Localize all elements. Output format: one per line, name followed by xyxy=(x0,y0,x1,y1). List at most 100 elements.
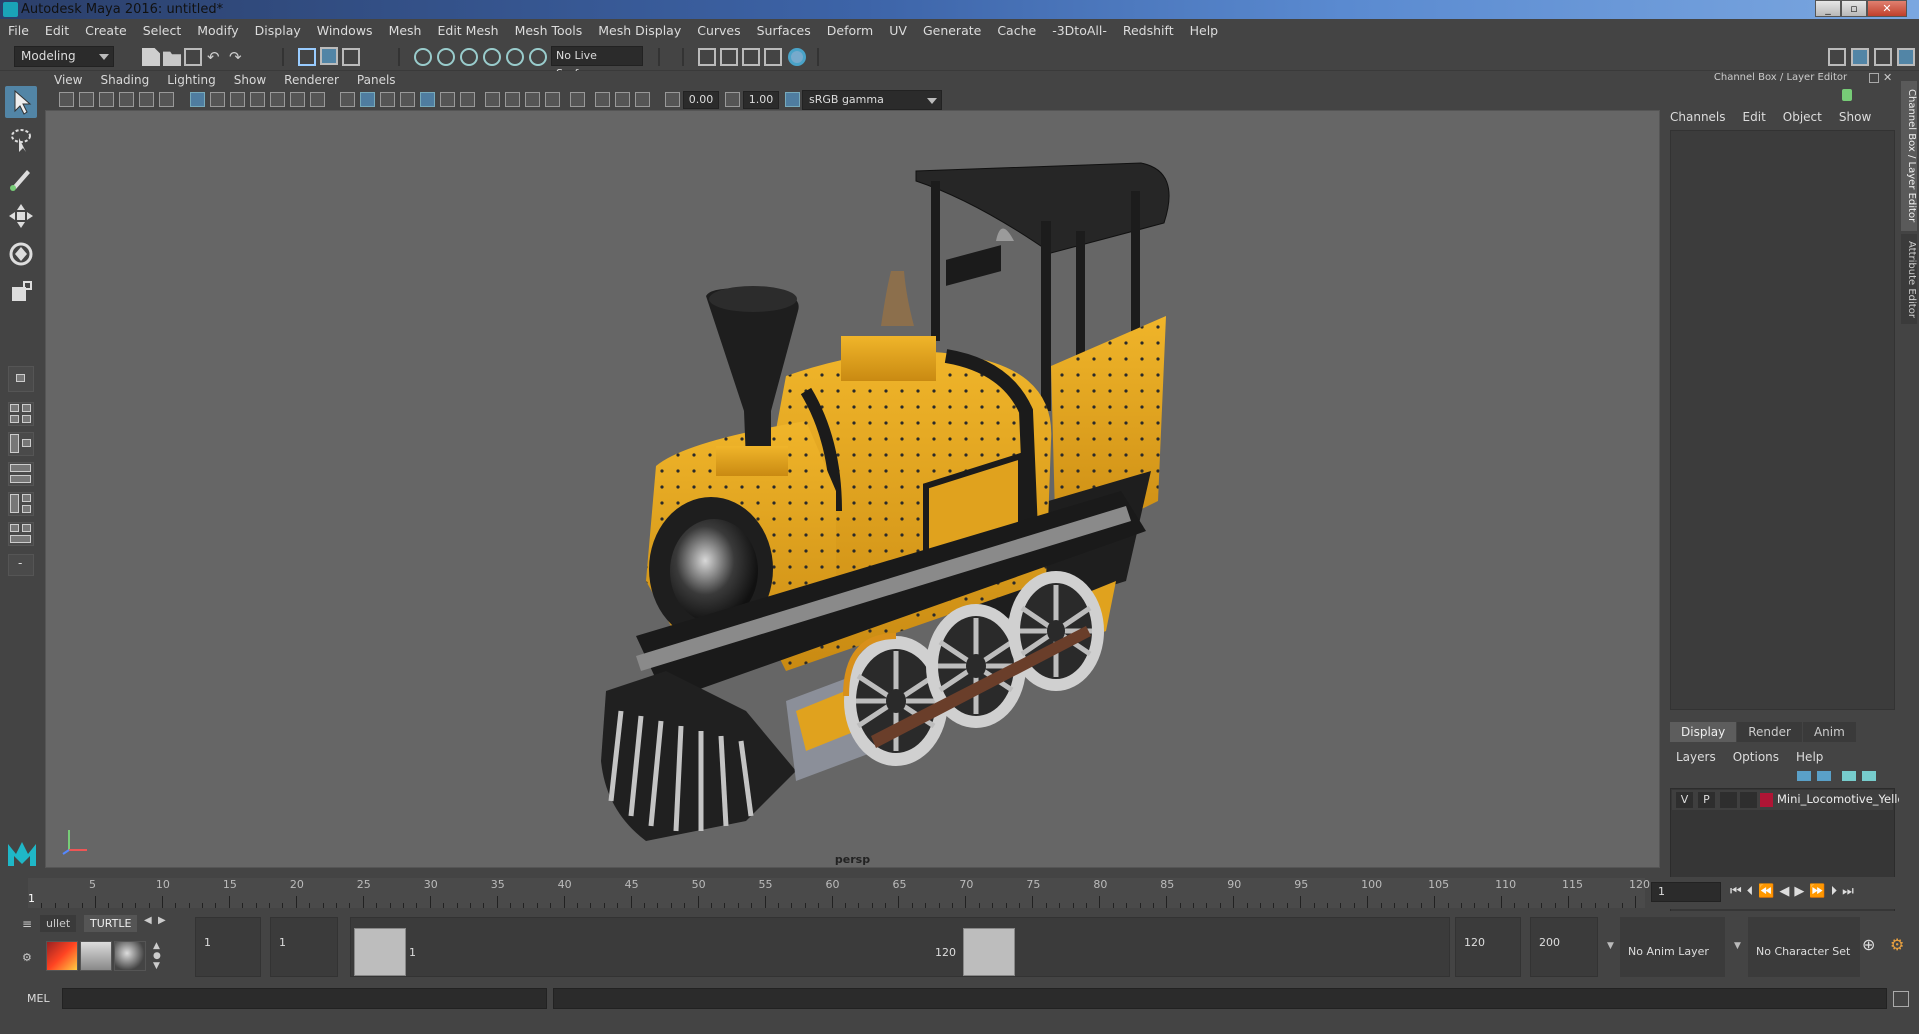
float-panel-icon[interactable] xyxy=(1869,73,1879,83)
workspace-icon[interactable] xyxy=(1828,48,1846,66)
range-slider[interactable]: 1 120 xyxy=(350,917,1450,977)
viewport-menu-view[interactable]: View xyxy=(45,71,91,90)
menu-windows[interactable]: Windows xyxy=(309,19,381,43)
color-management-icon[interactable] xyxy=(785,92,800,107)
xray-icon[interactable] xyxy=(595,92,610,107)
time-ruler[interactable]: 5 10 15 20 25 30 35 40 45 50 55 60 65 70 75 80 85 90 95 100… xyxy=(28,878,1650,908)
range-start-handle[interactable] xyxy=(354,928,406,976)
new-layer-icon[interactable] xyxy=(1842,771,1856,781)
grease-pencil-icon[interactable] xyxy=(159,92,174,107)
current-frame-marker[interactable]: 1 xyxy=(28,892,35,905)
menu-redshift[interactable]: Redshift xyxy=(1115,19,1182,43)
script-language-label[interactable]: MEL xyxy=(27,992,50,1005)
single-view-layout-icon[interactable] xyxy=(8,366,34,392)
layer-editor-toggle-icon[interactable] xyxy=(1897,48,1915,66)
resolution-gate-icon[interactable] xyxy=(230,92,245,107)
snap-curve-icon[interactable] xyxy=(437,48,455,66)
turtle-bake-icon[interactable] xyxy=(80,941,112,971)
menu-select[interactable]: Select xyxy=(135,19,190,43)
backface-culling-icon[interactable] xyxy=(635,92,650,107)
shelf-scroll-right-icon[interactable]: ▶ xyxy=(158,915,166,926)
go-to-start-icon[interactable]: ⏮ xyxy=(1730,884,1747,899)
bookmark-icon[interactable] xyxy=(99,92,114,107)
render-settings-icon[interactable] xyxy=(698,48,716,66)
mode-selector[interactable]: Modeling xyxy=(14,46,114,67)
menu-display[interactable]: Display xyxy=(247,19,309,43)
render-view-icon[interactable] xyxy=(764,48,782,66)
motion-blur-icon[interactable] xyxy=(505,92,520,107)
safe-action-icon[interactable] xyxy=(290,92,305,107)
playback-end-field[interactable]: 120 xyxy=(1455,917,1521,977)
menu-curves[interactable]: Curves xyxy=(689,19,748,43)
depth-of-field-icon[interactable] xyxy=(545,92,560,107)
outliner-layout-icon[interactable] xyxy=(8,462,34,486)
move-tool-icon[interactable] xyxy=(5,200,37,232)
four-view-layout-icon[interactable] xyxy=(8,402,34,426)
move-layer-down-icon[interactable] xyxy=(1817,771,1831,781)
live-surface-field[interactable]: No Live Surface xyxy=(551,46,643,80)
anim-layer-selector[interactable]: No Anim Layer xyxy=(1620,917,1725,977)
side-tab-attribute-editor[interactable]: Attribute Editor xyxy=(1901,234,1917,324)
channel-box-menu-show[interactable]: Show xyxy=(1839,110,1871,124)
textured-icon[interactable] xyxy=(420,92,435,107)
menu-cache[interactable]: Cache xyxy=(989,19,1044,43)
wireframe-icon[interactable] xyxy=(340,92,355,107)
step-back-key-icon[interactable]: ⏪ xyxy=(1758,884,1779,899)
shadows-icon[interactable] xyxy=(460,92,475,107)
scale-tool-icon[interactable] xyxy=(5,276,37,308)
layer-row[interactable]: V P Mini_Locomotive_Yellow xyxy=(1672,790,1914,810)
move-layer-up-icon[interactable] xyxy=(1797,771,1811,781)
open-scene-icon[interactable] xyxy=(163,51,181,66)
minimize-button[interactable]: _ xyxy=(1815,0,1841,17)
step-forward-icon[interactable]: ⏵ xyxy=(1831,884,1843,899)
snap-point-icon[interactable] xyxy=(460,48,478,66)
shelf-scroll-left-icon[interactable]: ◀ xyxy=(144,915,152,926)
step-forward-key-icon[interactable]: ⏩ xyxy=(1809,884,1830,899)
menu-create[interactable]: Create xyxy=(77,19,135,43)
isolate-select-icon[interactable] xyxy=(570,92,585,107)
channel-box-toggle-icon[interactable] xyxy=(1851,48,1869,66)
select-component-icon[interactable] xyxy=(342,48,360,66)
anti-aliasing-icon[interactable] xyxy=(525,92,540,107)
shelf-settings-icon[interactable]: ⚙ xyxy=(22,951,34,964)
chevron-down-icon[interactable]: ▼ xyxy=(1607,941,1614,951)
playback-start-field[interactable]: 1 xyxy=(270,917,338,977)
rotate-tool-icon[interactable] xyxy=(5,238,37,270)
camera-icon[interactable] xyxy=(59,92,74,107)
viewport-menu-show[interactable]: Show xyxy=(225,71,275,90)
side-by-side-layout-icon[interactable] xyxy=(8,432,34,456)
channel-box-menu-edit[interactable]: Edit xyxy=(1743,110,1766,124)
select-tool-icon[interactable] xyxy=(5,86,37,118)
render-frame-icon[interactable] xyxy=(720,48,738,66)
new-scene-icon[interactable] xyxy=(142,48,160,66)
menu-modify[interactable]: Modify xyxy=(189,19,246,43)
film-gate-icon[interactable] xyxy=(210,92,225,107)
character-set-selector[interactable]: No Character Set xyxy=(1748,917,1860,977)
tab-render[interactable]: Render xyxy=(1737,722,1802,742)
snap-grid-icon[interactable] xyxy=(414,48,432,66)
menu-edit[interactable]: Edit xyxy=(37,19,77,43)
shelf-tab-turtle[interactable]: TURTLE xyxy=(84,915,138,932)
xray-joints-icon[interactable] xyxy=(615,92,630,107)
tab-anim[interactable]: Anim xyxy=(1802,722,1856,742)
gamma-icon[interactable] xyxy=(725,92,740,107)
viewport-menu-panels[interactable]: Panels xyxy=(348,71,405,90)
graph-layout-icon[interactable] xyxy=(8,492,34,516)
snap-view-plane-icon[interactable] xyxy=(506,48,524,66)
menu-generate[interactable]: Generate xyxy=(915,19,989,43)
step-back-icon[interactable]: ⏴ xyxy=(1747,884,1759,899)
perspective-viewport[interactable]: persp xyxy=(45,110,1660,868)
layer-visibility-toggle[interactable]: V xyxy=(1676,792,1693,808)
menu-edit-mesh[interactable]: Edit Mesh xyxy=(429,19,506,43)
end-frame-field[interactable]: 200 xyxy=(1530,917,1598,977)
viewport-menu-lighting[interactable]: Lighting xyxy=(158,71,225,90)
auto-key-icon[interactable]: ⊕ xyxy=(1862,935,1875,954)
ipr-render-icon[interactable] xyxy=(742,48,760,66)
menu-help[interactable]: Help xyxy=(1182,19,1227,43)
snap-projected-icon[interactable] xyxy=(483,48,501,66)
channel-box-menu-channels[interactable]: Channels xyxy=(1670,110,1726,124)
menu-mesh[interactable]: Mesh xyxy=(381,19,430,43)
menu-mesh-display[interactable]: Mesh Display xyxy=(590,19,689,43)
menu-3dtoall[interactable]: -3DtoAll- xyxy=(1044,19,1115,43)
hypershade-layout-icon[interactable] xyxy=(8,522,34,546)
